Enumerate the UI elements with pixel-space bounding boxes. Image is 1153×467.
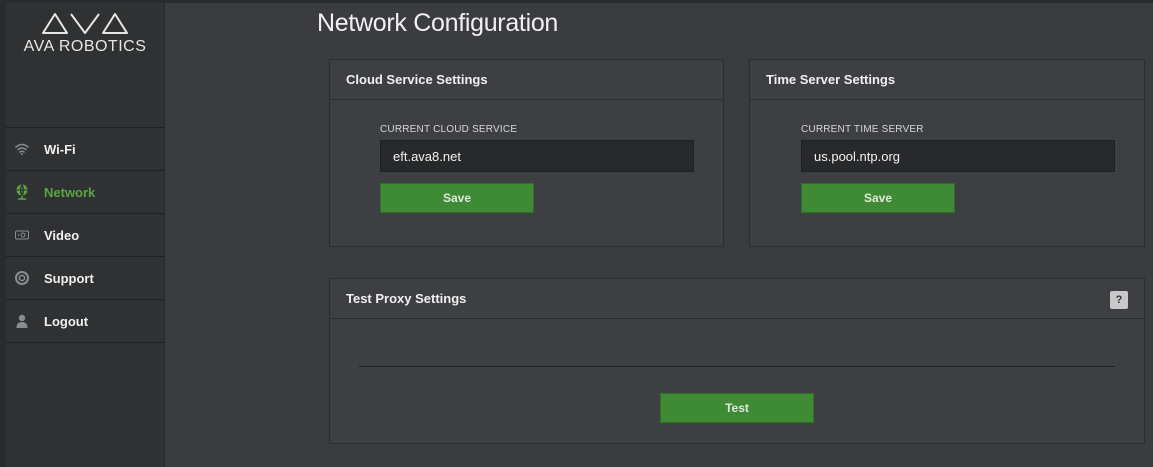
test-button[interactable]: Test <box>660 393 814 423</box>
sidebar-item-label: Network <box>44 184 96 200</box>
sidebar-nav: Wi-Fi Network Video Support Logout <box>6 127 164 343</box>
sidebar-item-support[interactable]: Support <box>6 257 164 300</box>
sidebar-item-logout[interactable]: Logout <box>6 300 164 343</box>
sidebar: AVA ROBOTICS Wi-Fi Network Video Support… <box>6 3 165 467</box>
brand-name: AVA ROBOTICS <box>23 38 147 55</box>
test-proxy-panel: Test Proxy Settings ? Test <box>329 278 1145 444</box>
page-title: Network Configuration <box>317 9 559 37</box>
help-button[interactable]: ? <box>1110 291 1128 309</box>
wifi-icon <box>14 141 30 157</box>
sidebar-item-label: Support <box>44 270 94 286</box>
user-icon <box>14 313 30 329</box>
cloud-service-input[interactable] <box>380 140 694 172</box>
time-save-button[interactable]: Save <box>801 183 955 213</box>
sidebar-item-label: Video <box>44 227 80 243</box>
cloud-save-button[interactable]: Save <box>380 183 534 213</box>
lifebuoy-icon <box>14 270 30 286</box>
sidebar-item-video[interactable]: Video <box>6 214 164 257</box>
panel-title: Test Proxy Settings <box>346 291 467 306</box>
time-server-label: CURRENT TIME SERVER <box>801 124 924 135</box>
sidebar-item-network[interactable]: Network <box>6 171 164 214</box>
divider <box>359 366 1115 367</box>
video-icon <box>14 227 30 243</box>
panel-header: Test Proxy Settings ? <box>330 279 1144 319</box>
brand-logo: AVA ROBOTICS <box>6 11 164 56</box>
panel-title: Cloud Service Settings <box>330 60 723 100</box>
time-server-input[interactable] <box>801 140 1115 172</box>
cloud-service-panel: Cloud Service Settings CURRENT CLOUD SER… <box>329 59 724 247</box>
time-server-panel: Time Server Settings CURRENT TIME SERVER… <box>749 59 1145 247</box>
cloud-service-label: CURRENT CLOUD SERVICE <box>380 124 518 135</box>
sidebar-item-label: Wi-Fi <box>44 141 76 157</box>
sidebar-item-wifi[interactable]: Wi-Fi <box>6 128 164 171</box>
ava-logo-icon <box>42 13 128 34</box>
globe-icon <box>14 184 30 200</box>
main-content: Network Configuration Cloud Service Sett… <box>165 3 1153 467</box>
panel-title: Time Server Settings <box>750 60 1144 100</box>
sidebar-item-label: Logout <box>44 313 89 329</box>
